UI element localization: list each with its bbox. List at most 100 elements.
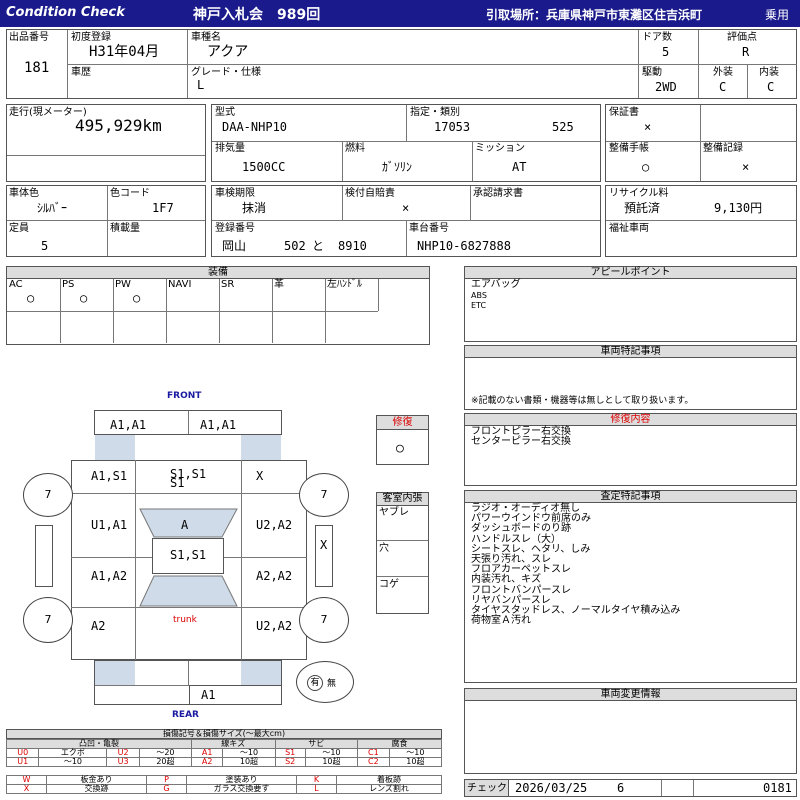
legend-code: L xyxy=(296,784,337,794)
rear-label: REAR xyxy=(172,710,199,720)
equip-navi-label: NAVI xyxy=(168,279,192,290)
repair-content-title: 修復内容 xyxy=(464,413,797,426)
check-label: チェック xyxy=(467,783,507,794)
plate-number: 8910 xyxy=(338,239,367,253)
repair-title: 修復 xyxy=(376,415,429,430)
spare-no-mark: 無 xyxy=(327,679,337,689)
grade-value: L xyxy=(197,78,205,92)
plate-label: 登録番号 xyxy=(215,223,255,234)
interior-label: 内装 xyxy=(759,67,779,78)
equip-ac-value: ○ xyxy=(27,291,35,305)
type-label: 型式 xyxy=(215,107,235,118)
header-bar: Condition Check 神戸入札会 989回 引取場所：兵庫県神戸市東灘… xyxy=(0,0,800,27)
legend-desc: 10超 xyxy=(304,757,358,767)
legend-code: S2 xyxy=(274,757,306,767)
maint-record-label: 整備記録 xyxy=(703,143,743,154)
change-info-box xyxy=(464,701,797,774)
tire-rear-right: 7 xyxy=(299,597,349,643)
spec-box: 型式 DAA-NHP10 指定・類別 17053 525 排気量 1500CC … xyxy=(211,104,601,182)
sheet-title: Condition Check xyxy=(6,5,125,20)
legend-code: A2 xyxy=(190,757,224,767)
displacement-value: 1500CC xyxy=(242,160,286,174)
doors-label: ドア数 xyxy=(642,32,672,43)
auction-title: 神戸入札会 989回 xyxy=(193,7,321,23)
recycle-label: リサイクル料 xyxy=(609,188,669,199)
check-num: 6 xyxy=(617,781,625,795)
change-info-title: 車両変更情報 xyxy=(464,688,797,701)
color-code-value: 1F7 xyxy=(152,201,174,215)
capacity-label: 定員 xyxy=(9,223,29,234)
legend-desc: ガラス交換要す xyxy=(186,784,297,794)
cabin-hole-label: 穴 xyxy=(379,543,389,554)
inspection-label: 車検期限 xyxy=(215,188,255,199)
color-code-label: 色コード xyxy=(110,188,150,199)
cabin-tear-label: ヤブレ xyxy=(379,507,409,518)
chassis-label: 車台番号 xyxy=(409,223,449,234)
equip-pw-label: PW xyxy=(115,279,131,290)
displacement-label: 排気量 xyxy=(215,143,245,154)
legend-code: X xyxy=(6,784,47,794)
welfare-label: 福祉車両 xyxy=(609,223,649,234)
chassis-value: NHP10-6827888 xyxy=(417,239,511,253)
exterior-value: C xyxy=(719,80,727,94)
mark-door-front-right: U2,A2 xyxy=(256,518,293,532)
legend-desc: 交換跡 xyxy=(46,784,147,794)
repair-item: センターピラー右交換 xyxy=(471,436,571,447)
special-note: ※記載のない書類・機器等は無しとして取り扱います。 xyxy=(471,396,694,406)
legend-desc: 20超 xyxy=(138,757,192,767)
fuel-value: ｶﾞｿﾘﾝ xyxy=(382,160,413,174)
recycle-box: リサイクル料 預託済 9,130円 福祉車両 xyxy=(605,185,797,257)
warranty-value: × xyxy=(644,120,652,134)
claim-label: 承認請求書 xyxy=(473,188,523,199)
type-value: DAA-NHP10 xyxy=(222,120,288,134)
legend-desc: 10超 xyxy=(388,757,443,767)
mark-rear-bumper: A1 xyxy=(201,688,216,702)
plate-kana: と xyxy=(312,239,325,253)
equipment-title: 装備 xyxy=(6,266,430,279)
designation-value: 17053 xyxy=(434,120,471,134)
mileage-box: 走行(現メーター) 495,929km xyxy=(6,104,206,182)
insurance-label: 検付自賠責 xyxy=(345,188,395,199)
mark-front-left: A1,A1 xyxy=(110,418,147,432)
load-label: 積載量 xyxy=(110,223,140,234)
mark-rear-left: A2 xyxy=(91,619,106,633)
recycle-fee: 9,130円 xyxy=(714,201,763,215)
lot-number: 181 xyxy=(24,60,50,76)
mirror-left xyxy=(35,525,53,587)
equip-pw-value: ○ xyxy=(133,291,141,305)
grade-label: グレード・仕様 xyxy=(191,67,261,78)
legend-code: C2 xyxy=(356,757,390,767)
front-label: FRONT xyxy=(167,391,202,401)
cabin-burn-label: コゲ xyxy=(379,579,399,590)
legend-code: U1 xyxy=(5,757,40,767)
car-diagram: FRONT REAR 7 7 7 7 有 無 A1,A1 A1,A1 A1,S1… xyxy=(0,385,370,720)
check-date: 2026/03/25 xyxy=(515,781,588,795)
mark-roof: S1,S1 xyxy=(170,548,207,562)
repair-box: ○ xyxy=(376,430,429,465)
lot-label: 出品番号 xyxy=(9,32,49,43)
tire-front-right: 7 xyxy=(299,473,349,517)
legend-desc: 10超 xyxy=(222,757,276,767)
inspector-notes-box: ラジオ・オーディオ無し パワーウインドウ前席のみ ダッシュボードのり跡 ハンドルスレ（… xyxy=(464,503,797,683)
mark-mirror-right: X xyxy=(320,538,328,552)
legend-table-2: W 板金あり P 塗装あり K 着板跡 X 交換跡 G ガラス交換要す L レン… xyxy=(6,775,442,794)
color-label: 車体色 xyxy=(9,188,39,199)
mark-front-right: A1,A1 xyxy=(200,418,237,432)
warranty-label: 保証書 xyxy=(609,107,639,118)
repair-content-box: フロントピラー右交換 センターピラー右交換 xyxy=(464,426,797,486)
equip-ac-label: AC xyxy=(9,279,23,290)
pickup-location: 引取場所：兵庫県神戸市東灘区住吉浜町 xyxy=(486,8,703,22)
special-title: 車両特記事項 xyxy=(464,345,797,358)
appeal-item: エアバッグ xyxy=(471,279,521,290)
mileage-value: 495,929km xyxy=(75,116,162,135)
mission-value: AT xyxy=(512,160,527,174)
equip-sr-label: SR xyxy=(221,279,235,290)
equip-ps-label: PS xyxy=(62,279,75,290)
equipment-grid: AC PS PW NAVI SR 革 左ﾊﾝﾄﾞﾙ ○ ○ ○ xyxy=(6,279,430,345)
spare-tire: 有 無 xyxy=(296,661,354,703)
drive-label: 駆動 xyxy=(642,67,662,78)
warranty-box: 保証書 × 整備手帳 ○ 整備記録 × xyxy=(605,104,797,182)
legend-title: 損傷記号＆損傷サイズ(〜最大cm) xyxy=(6,729,442,739)
rating-value: R xyxy=(742,45,750,59)
mark-roof-front: A xyxy=(181,518,189,532)
